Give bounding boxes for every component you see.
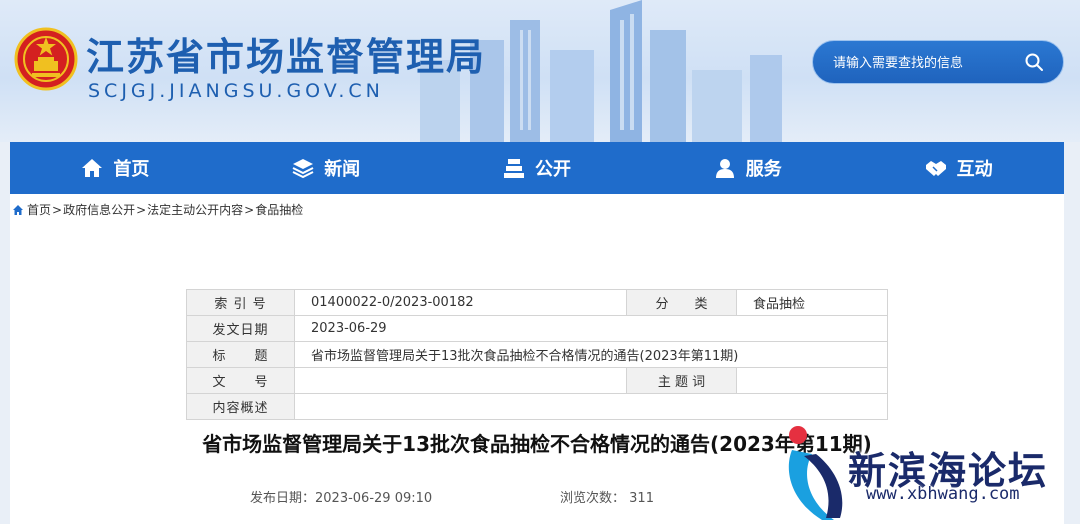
stack-icon (503, 159, 524, 178)
site-domain: SCJGJ.JIANGSU.GOV.CN (88, 80, 384, 102)
nav-item-label: 新闻 (324, 159, 361, 180)
view-count-label: 浏览次数： (560, 491, 626, 506)
nav-item-news[interactable]: 新闻 (221, 142, 432, 194)
index-label: 索 引 号 (186, 289, 295, 316)
date-label: 发文日期 (186, 315, 295, 342)
search-input[interactable] (833, 52, 1013, 74)
breadcrumb-separator: > (52, 202, 63, 217)
index-value: 01400022-0/2023-00182 (294, 289, 627, 316)
document-meta-table: 索 引 号 01400022-0/2023-00182 分 类 食品抽检 发文日… (186, 289, 888, 420)
title-value: 省市场监督管理局关于13批次食品抽检不合格情况的通告(2023年第11期) (294, 341, 888, 368)
table-row: 文 号 主 题 词 (186, 367, 888, 394)
breadcrumb-link-statutory[interactable]: 法定主动公开内容 (147, 201, 243, 218)
nav-item-service[interactable]: 服务 (642, 142, 853, 194)
category-value: 食品抽检 (736, 289, 888, 316)
summary-value (294, 393, 888, 420)
view-count: 浏览次数： 311 (560, 487, 654, 506)
breadcrumb-separator: > (244, 202, 255, 217)
layers-icon (292, 159, 314, 179)
national-emblem-icon (14, 27, 78, 91)
publish-date-value: 2023-06-29 09:10 (315, 491, 433, 506)
table-row: 索 引 号 01400022-0/2023-00182 分 类 食品抽检 (186, 289, 888, 316)
table-row: 内容概述 (186, 393, 888, 420)
breadcrumb-home-icon (13, 204, 23, 215)
nav-item-label: 互动 (956, 159, 993, 180)
summary-label: 内容概述 (186, 393, 295, 420)
handshake-icon (925, 161, 946, 176)
title-label: 标 题 (186, 341, 295, 368)
site-title: 江苏省市场监督管理局 (86, 35, 487, 79)
breadcrumb-link-home[interactable]: 首页 (27, 201, 51, 218)
publish-date: 发布日期：2023-06-29 09:10 (250, 487, 432, 506)
table-row: 标 题 省市场监督管理局关于13批次食品抽检不合格情况的通告(2023年第11期… (186, 341, 888, 368)
breadcrumb: 首页 > 政府信息公开 > 法定主动公开内容 > 食品抽检 (12, 201, 303, 218)
site-header: 江苏省市场监督管理局 SCJGJ.JIANGSU.GOV.CN (0, 0, 1080, 142)
user-icon (715, 159, 734, 178)
nav-item-interact[interactable]: 互动 (853, 142, 1064, 194)
home-icon (82, 159, 103, 177)
main-nav: 首页 新闻 公开 服务 互动 (10, 142, 1064, 194)
nav-item-label: 公开 (534, 159, 571, 180)
nav-item-label: 服务 (745, 159, 782, 180)
date-value: 2023-06-29 (294, 315, 888, 342)
breadcrumb-separator: > (136, 202, 147, 217)
page: 江苏省市场监督管理局 SCJGJ.JIANGSU.GOV.CN 首页 新闻 (0, 0, 1080, 524)
publish-date-label: 发布日期： (250, 491, 316, 506)
docno-label: 文 号 (186, 367, 295, 394)
watermark-url: www.xbhwang.com (866, 484, 1020, 504)
search-icon[interactable] (1024, 52, 1044, 72)
breadcrumb-link-gov-info[interactable]: 政府信息公开 (63, 201, 135, 218)
category-label: 分 类 (626, 289, 737, 316)
breadcrumb-link-food-inspection[interactable]: 食品抽检 (255, 201, 303, 218)
nav-item-home[interactable]: 首页 (10, 142, 221, 194)
nav-item-public[interactable]: 公开 (432, 142, 643, 194)
view-count-value: 311 (629, 491, 654, 506)
nav-item-label: 首页 (113, 159, 150, 180)
keyword-label: 主 题 词 (626, 367, 737, 394)
keyword-value (736, 367, 888, 394)
docno-value (294, 367, 627, 394)
table-row: 发文日期 2023-06-29 (186, 315, 888, 342)
